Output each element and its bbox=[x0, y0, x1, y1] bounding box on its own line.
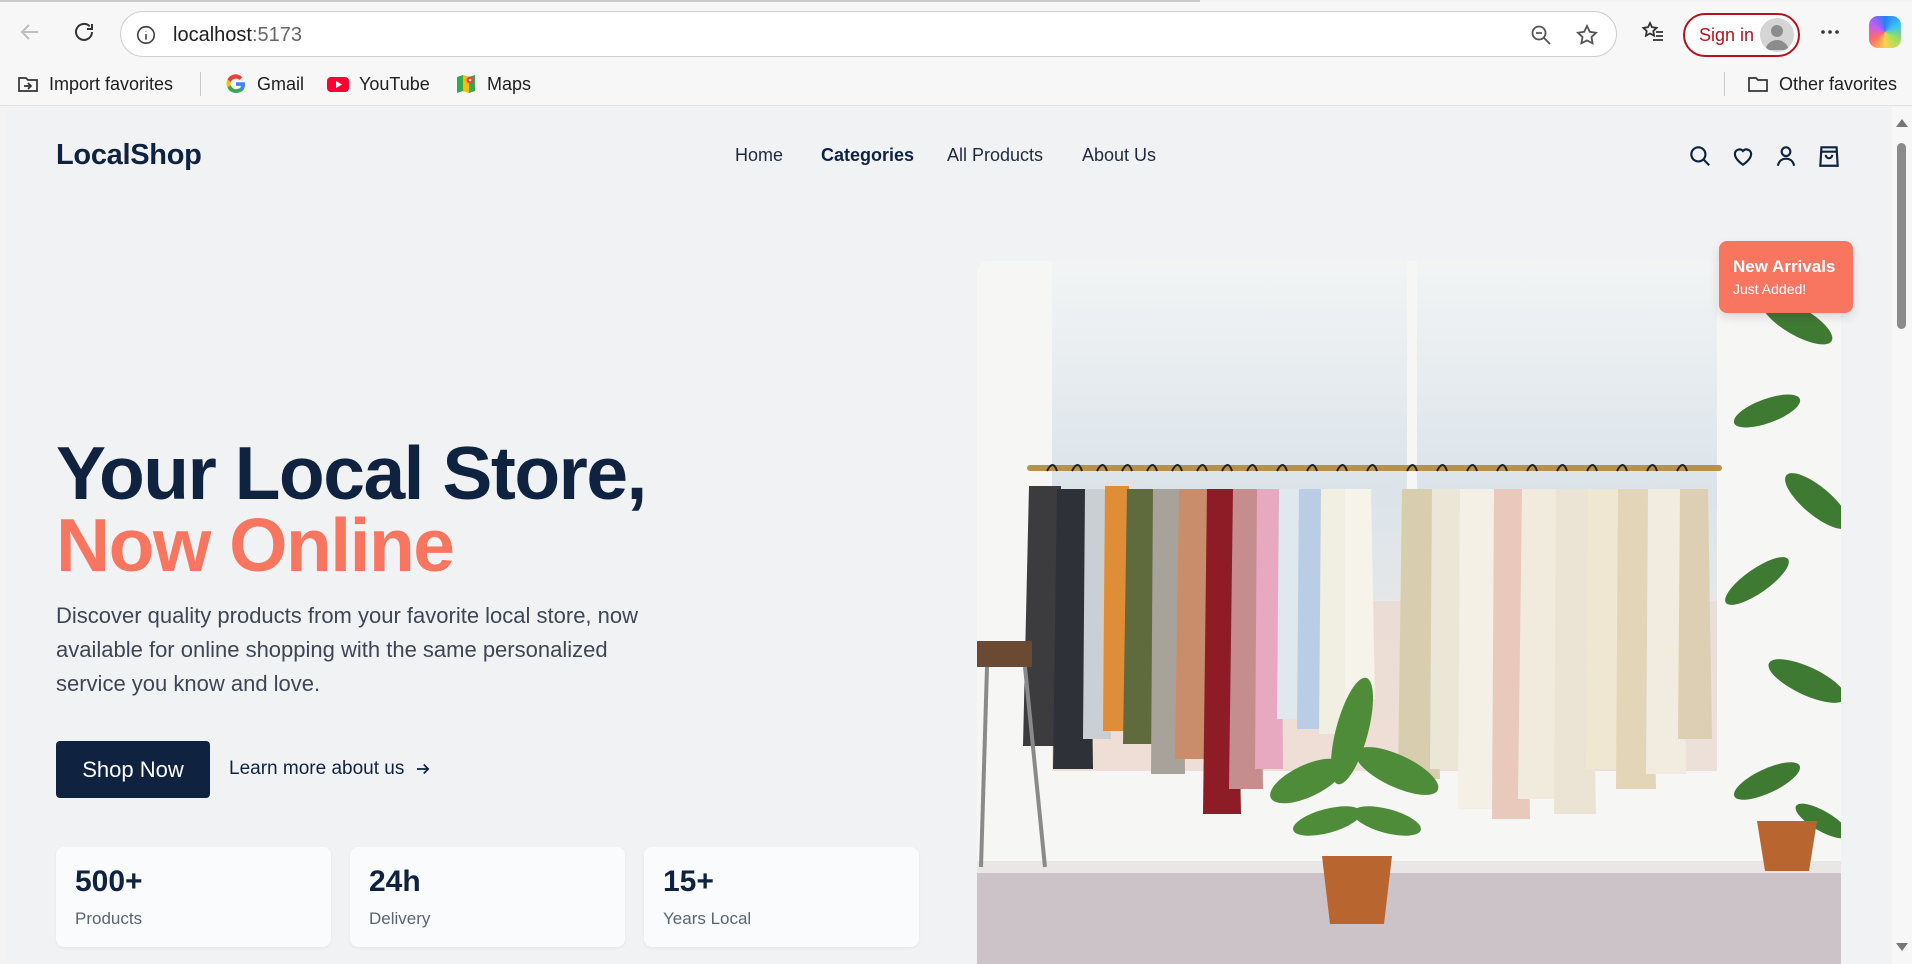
profile-avatar bbox=[1760, 18, 1794, 52]
learn-more-link[interactable]: Learn more about us bbox=[229, 758, 432, 780]
url-text: localhost:5173 bbox=[173, 24, 302, 47]
more-options-button[interactable] bbox=[1814, 16, 1846, 48]
hero-title-line1: Your Local Store, bbox=[56, 431, 647, 515]
nav-all-products[interactable]: All Products bbox=[947, 145, 1043, 166]
hero-title-line2: Now Online bbox=[56, 503, 455, 587]
arrow-right-icon bbox=[417, 763, 430, 775]
favorites-bar: Import favorites Gmail YouTube Maps Othe… bbox=[0, 62, 1912, 106]
stat-value: 15+ bbox=[663, 865, 714, 898]
url-port: :5173 bbox=[251, 24, 302, 46]
favorite-gmail[interactable]: Gmail bbox=[224, 70, 304, 98]
zoom-out-icon[interactable] bbox=[1529, 23, 1553, 47]
back-button[interactable] bbox=[14, 16, 46, 48]
hero-image bbox=[977, 261, 1841, 964]
clothing-rack-photo bbox=[977, 261, 1841, 964]
search-button[interactable] bbox=[1687, 143, 1713, 169]
other-favorites[interactable]: Other favorites bbox=[1746, 70, 1897, 98]
shop-now-button[interactable]: Shop Now bbox=[56, 741, 210, 798]
youtube-icon bbox=[327, 77, 349, 92]
stat-card-years: 15+ Years Local bbox=[644, 847, 919, 947]
site-logo[interactable]: LocalShop bbox=[56, 139, 202, 172]
nav-about-us[interactable]: About Us bbox=[1082, 145, 1156, 166]
scrollbar-thumb[interactable] bbox=[1897, 143, 1906, 329]
reload-button[interactable] bbox=[68, 16, 100, 48]
import-favorites-icon bbox=[18, 77, 38, 92]
page-scrollbar[interactable] bbox=[1892, 107, 1912, 964]
address-bar[interactable]: localhost:5173 bbox=[120, 11, 1617, 57]
cart-button[interactable] bbox=[1816, 143, 1842, 169]
stat-card-delivery: 24h Delivery bbox=[350, 847, 625, 947]
shopping-bag-icon bbox=[1819, 146, 1839, 167]
scroll-up-arrow[interactable] bbox=[1896, 119, 1908, 127]
favorite-star-icon[interactable] bbox=[1575, 23, 1599, 47]
page-viewport: LocalShop Home Categories All Products A… bbox=[6, 107, 1892, 964]
sign-in-label: Sign in bbox=[1699, 24, 1755, 45]
favorite-youtube[interactable]: YouTube bbox=[326, 70, 430, 98]
new-arrivals-badge: New Arrivals Just Added! bbox=[1719, 241, 1853, 313]
nav-categories[interactable]: Categories bbox=[821, 145, 914, 166]
stat-value: 24h bbox=[369, 865, 421, 898]
sign-in-button[interactable]: Sign in bbox=[1683, 13, 1800, 57]
favorite-maps[interactable]: Maps bbox=[454, 70, 531, 98]
stat-label: Products bbox=[75, 909, 143, 928]
favorite-label: Gmail bbox=[257, 73, 305, 94]
search-icon bbox=[1690, 146, 1710, 166]
ellipsis-icon bbox=[1821, 30, 1839, 34]
favorite-label: YouTube bbox=[359, 73, 430, 94]
maps-icon bbox=[457, 75, 475, 93]
favorite-label: Import favorites bbox=[49, 73, 174, 94]
favorites-button[interactable] bbox=[1637, 16, 1669, 48]
account-button[interactable] bbox=[1773, 143, 1799, 169]
hero-description: Discover quality products from your favo… bbox=[56, 603, 639, 696]
favorites-list-icon bbox=[1641, 20, 1663, 41]
reload-icon bbox=[75, 22, 93, 41]
wishlist-button[interactable] bbox=[1730, 143, 1756, 169]
favorite-label: Maps bbox=[487, 73, 532, 94]
site-info-icon[interactable] bbox=[135, 24, 157, 46]
back-arrow-icon bbox=[20, 24, 38, 40]
copilot-icon[interactable] bbox=[1869, 16, 1901, 48]
scroll-down-arrow[interactable] bbox=[1896, 943, 1908, 951]
favorites-divider bbox=[200, 72, 201, 96]
browser-toolbar: localhost:5173 Sign in bbox=[0, 2, 1912, 62]
other-favorites-label: Other favorites bbox=[1779, 73, 1898, 94]
nav-home[interactable]: Home bbox=[735, 145, 783, 166]
heart-icon bbox=[1733, 148, 1753, 166]
stat-value: 500+ bbox=[75, 865, 143, 898]
stat-label: Delivery bbox=[369, 909, 431, 928]
stat-card-products: 500+ Products bbox=[56, 847, 331, 947]
user-icon bbox=[1776, 146, 1796, 167]
profile-avatar-icon bbox=[1765, 25, 1789, 50]
learn-more-label: Learn more about us bbox=[229, 758, 405, 779]
google-icon bbox=[226, 74, 245, 94]
stat-label: Years Local bbox=[663, 909, 752, 928]
favorites-divider bbox=[1724, 72, 1725, 96]
badge-subtitle: Just Added! bbox=[1733, 281, 1807, 297]
folder-icon bbox=[1748, 77, 1768, 92]
url-host: localhost bbox=[173, 24, 252, 46]
favorite-import[interactable]: Import favorites bbox=[16, 70, 173, 98]
badge-title: New Arrivals bbox=[1733, 257, 1836, 276]
